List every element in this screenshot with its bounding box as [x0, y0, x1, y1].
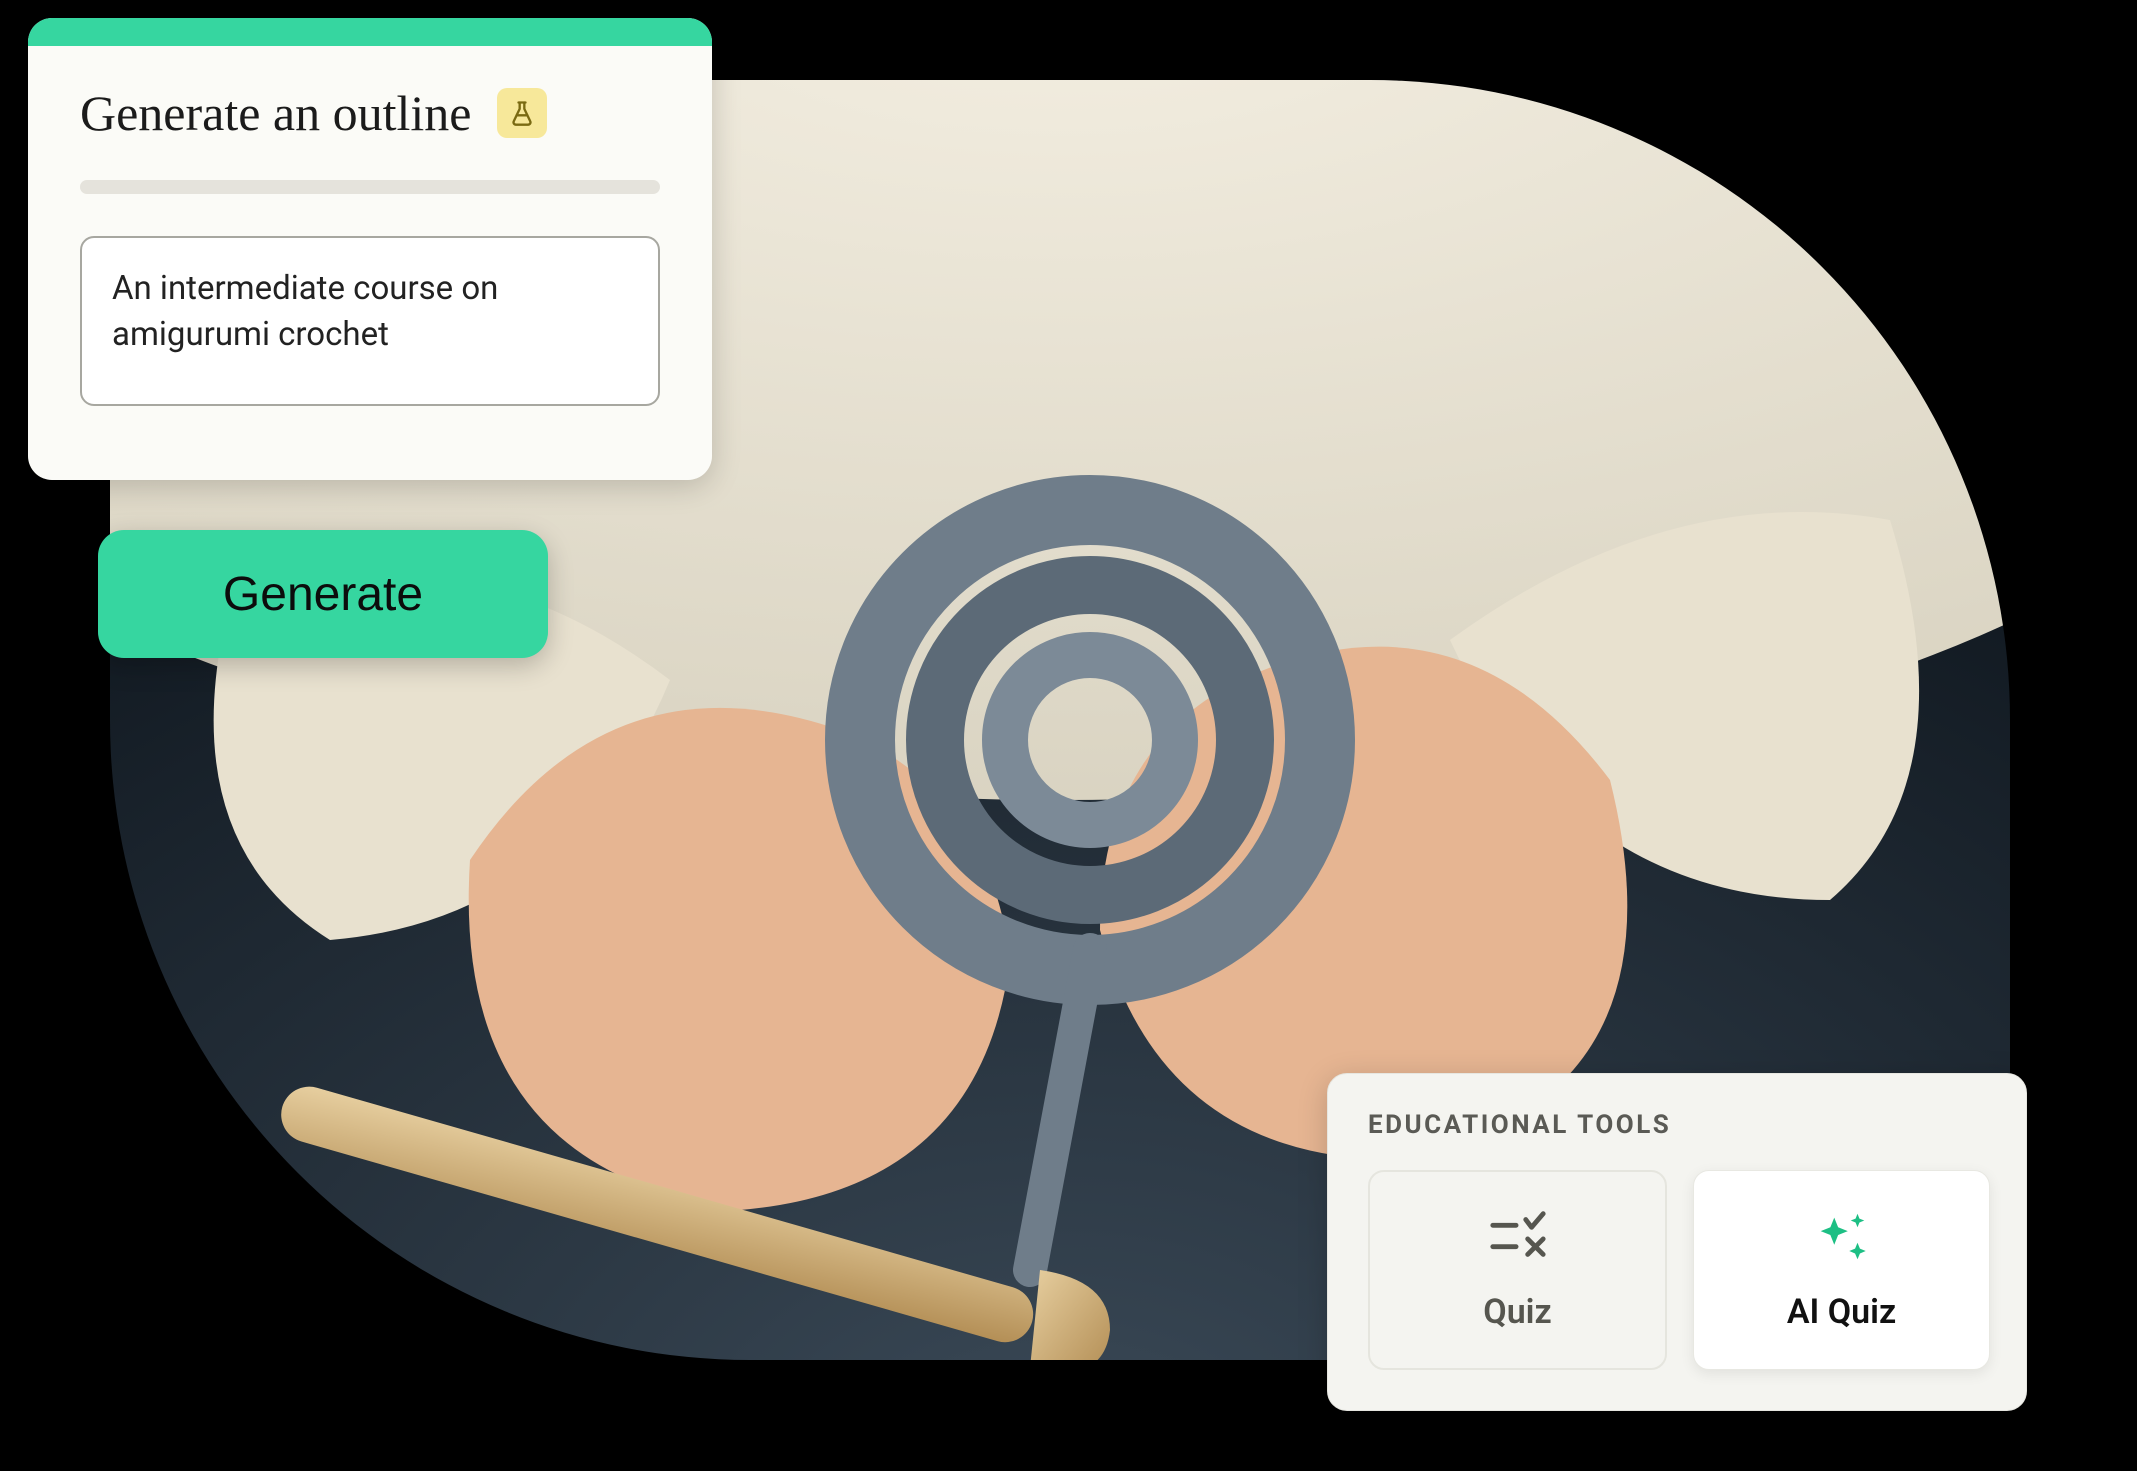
sparkle-icon — [1811, 1209, 1873, 1272]
tool-tile-label: Quiz — [1483, 1292, 1551, 1332]
beaker-icon — [497, 88, 547, 138]
educational-tools-heading: EDUCATIONAL TOOLS — [1368, 1110, 1990, 1140]
generate-button[interactable]: Generate — [98, 530, 548, 658]
educational-tools-card: EDUCATIONAL TOOLS Quiz — [1327, 1073, 2027, 1411]
card-accent-stripe — [28, 18, 712, 46]
tool-tile-quiz[interactable]: Quiz — [1368, 1170, 1667, 1370]
generate-outline-card: Generate an outline — [28, 18, 712, 480]
course-description-input[interactable] — [80, 236, 660, 406]
tool-tile-label: AI Quiz — [1787, 1292, 1896, 1332]
generate-outline-title: Generate an outline — [80, 84, 471, 142]
checklist-icon — [1487, 1209, 1549, 1272]
tool-tile-ai-quiz[interactable]: AI Quiz — [1693, 1170, 1990, 1370]
outline-progress-bar — [80, 180, 660, 194]
